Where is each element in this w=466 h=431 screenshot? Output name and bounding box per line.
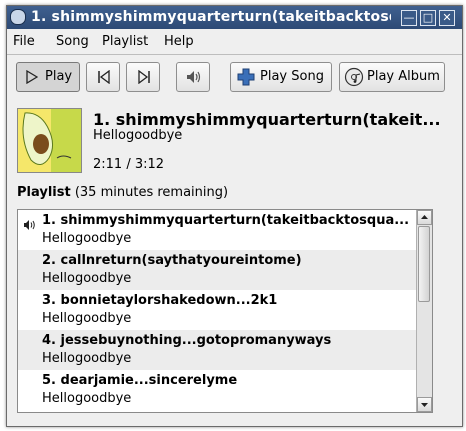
list-item[interactable]: 2. callnreturn(saythatyoureintome) Hello… bbox=[18, 250, 422, 290]
menu-file[interactable]: File bbox=[13, 34, 35, 49]
playlist-list[interactable]: 1. shimmyshimmyquarterturn(takeitbacktos… bbox=[17, 209, 433, 413]
track-title: 2. callnreturn(saythatyoureintome) bbox=[42, 253, 302, 268]
play-icon bbox=[26, 70, 38, 84]
menu-playlist[interactable]: Playlist bbox=[102, 34, 148, 49]
play-album-button[interactable]: Play Album bbox=[339, 62, 445, 92]
plus-icon bbox=[237, 68, 255, 86]
play-song-label: Play Song bbox=[260, 69, 324, 84]
scroll-up-button[interactable] bbox=[417, 210, 432, 225]
arrow-down-icon bbox=[421, 403, 428, 407]
maximize-icon[interactable]: □ bbox=[420, 10, 436, 26]
now-playing-time: 2:11 / 3:12 bbox=[93, 157, 165, 172]
speaker-icon bbox=[187, 71, 201, 83]
track-artist: Hellogoodbye bbox=[42, 391, 132, 406]
close-icon[interactable]: ✕ bbox=[439, 10, 455, 26]
title-bar[interactable]: 1. shimmyshimmyquarterturn(takeitbacktos… bbox=[7, 6, 462, 29]
list-item[interactable]: 1. shimmyshimmyquarterturn(takeitbacktos… bbox=[18, 210, 422, 250]
list-item[interactable]: 3. bonnietaylorshakedown...2k1 Hellogood… bbox=[18, 290, 422, 330]
track-artist: Hellogoodbye bbox=[42, 351, 132, 366]
scroll-thumb[interactable] bbox=[418, 226, 430, 302]
now-playing-title: 1. shimmyshimmyquarterturn(takeit... bbox=[93, 110, 441, 129]
skip-previous-icon bbox=[98, 70, 110, 84]
now-playing-artist: Hellogoodbye bbox=[93, 128, 183, 143]
menu-help[interactable]: Help bbox=[164, 34, 194, 49]
volume-button[interactable] bbox=[176, 62, 210, 92]
scroll-down-button[interactable] bbox=[417, 397, 432, 412]
menu-song[interactable]: Song bbox=[56, 34, 89, 49]
play-album-label: Play Album bbox=[367, 69, 440, 84]
list-item[interactable]: 4. jessebuynothing...gotopromanyways Hel… bbox=[18, 330, 422, 370]
previous-button[interactable] bbox=[86, 62, 120, 92]
app-window: 1. shimmyshimmyquarterturn(takeitbacktos… bbox=[6, 5, 463, 427]
menu-separator bbox=[7, 54, 462, 55]
track-title: 4. jessebuynothing...gotopromanyways bbox=[42, 333, 332, 348]
playlist-scrollbar[interactable] bbox=[416, 210, 432, 412]
app-menu-icon[interactable] bbox=[10, 9, 26, 25]
disc-icon bbox=[344, 67, 364, 87]
play-button[interactable]: Play bbox=[16, 62, 80, 92]
play-song-button[interactable]: Play Song bbox=[230, 62, 332, 92]
playlist-heading-label: Playlist bbox=[17, 185, 71, 200]
play-button-label: Play bbox=[45, 69, 73, 84]
album-art bbox=[17, 108, 82, 173]
now-playing-speaker-icon bbox=[24, 220, 35, 230]
list-item[interactable]: 5. dearjamie...sincerelyme Hellogoodbye bbox=[18, 370, 422, 410]
track-artist: Hellogoodbye bbox=[42, 271, 132, 286]
playlist-remaining: (35 minutes remaining) bbox=[74, 185, 229, 200]
track-title: 1. shimmyshimmyquarterturn(takeitbacktos… bbox=[42, 213, 410, 228]
window-title: 1. shimmyshimmyquarterturn(takeitbacktos… bbox=[31, 9, 391, 25]
next-button[interactable] bbox=[126, 62, 160, 92]
track-artist: Hellogoodbye bbox=[42, 311, 132, 326]
track-title: 5. dearjamie...sincerelyme bbox=[42, 373, 238, 388]
minimize-icon[interactable]: — bbox=[401, 10, 417, 26]
menu-bar: File Song Playlist Help bbox=[7, 31, 462, 53]
track-artist: Hellogoodbye bbox=[42, 231, 132, 246]
track-title: 3. bonnietaylorshakedown...2k1 bbox=[42, 293, 278, 308]
playlist-heading: Playlist (35 minutes remaining) bbox=[17, 185, 228, 200]
arrow-up-icon bbox=[421, 215, 428, 219]
skip-next-icon bbox=[138, 70, 150, 84]
